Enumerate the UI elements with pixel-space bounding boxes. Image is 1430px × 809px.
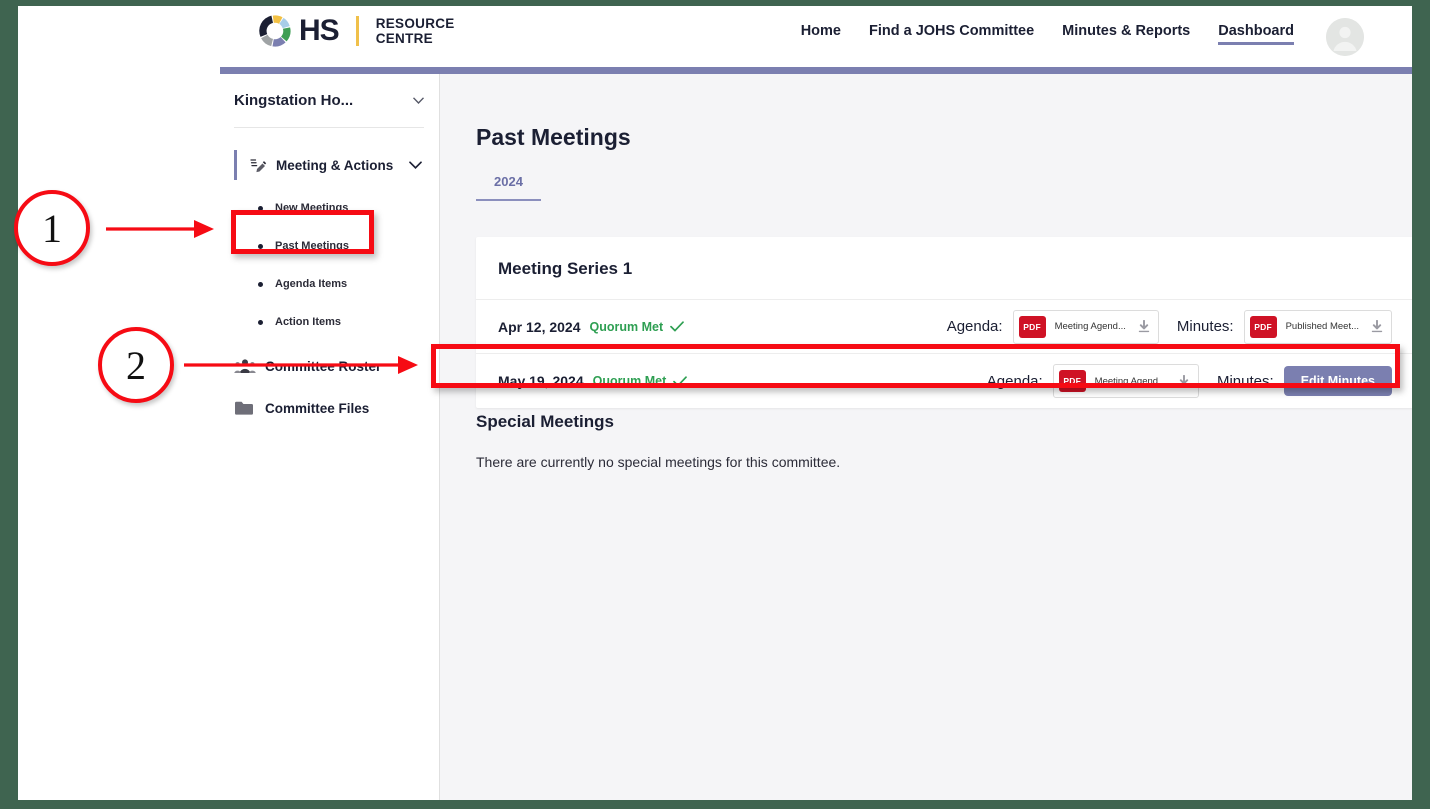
user-avatar-icon bbox=[1326, 18, 1364, 56]
top-navigation: Home Find a JOHS Committee Minutes & Rep… bbox=[801, 23, 1294, 45]
agenda-label: Agenda: bbox=[986, 372, 1043, 390]
logo-hs-text: HS bbox=[299, 14, 340, 47]
sidebar-item-committee-files[interactable]: Committee Files bbox=[234, 400, 426, 416]
table-row: May 19, 2024 Quorum Met Agenda: PDF Meet… bbox=[476, 354, 1412, 408]
download-icon[interactable] bbox=[1371, 320, 1383, 333]
committee-selector-label: Kingstation Ho... bbox=[234, 92, 354, 109]
agenda-document-name: Meeting Agend... bbox=[1094, 375, 1166, 387]
site-header: HS RESOURCE CENTRE Home Find a JOHS Comm… bbox=[18, 6, 1412, 67]
bullet-icon bbox=[258, 243, 263, 249]
annotation-marker-1: 1 bbox=[14, 190, 90, 266]
agenda-label: Agenda: bbox=[946, 318, 1003, 335]
annotation-arrow-1 bbox=[106, 220, 214, 238]
caret-down-icon bbox=[413, 97, 424, 104]
bullet-icon bbox=[258, 281, 263, 287]
tab-2024[interactable]: 2024 bbox=[476, 174, 541, 201]
year-tabs: 2024 bbox=[476, 174, 541, 201]
annotation-arrow-2 bbox=[184, 356, 418, 374]
logo-divider bbox=[355, 16, 359, 46]
committee-selector[interactable]: Kingstation Ho... bbox=[234, 92, 424, 128]
sidebar-item-meeting-actions[interactable]: Meeting & Actions bbox=[234, 150, 426, 180]
sidebar-subitem-past-meetings[interactable]: Past Meetings bbox=[258, 236, 426, 256]
avatar[interactable] bbox=[1326, 18, 1364, 56]
bullet-icon bbox=[258, 205, 263, 211]
minutes-document-chip[interactable]: PDF Published Meet... bbox=[1243, 309, 1392, 344]
bullet-icon bbox=[258, 319, 263, 325]
pdf-badge-icon: PDF bbox=[1018, 315, 1046, 338]
meeting-actions-icon bbox=[250, 158, 267, 172]
chevron-down-icon[interactable] bbox=[409, 161, 422, 169]
folder-icon bbox=[235, 401, 253, 415]
meeting-series-title: Meeting Series 1 bbox=[476, 237, 1412, 300]
logo-line-2: CENTRE bbox=[375, 31, 433, 46]
screenshot-frame: HS RESOURCE CENTRE Home Find a JOHS Comm… bbox=[0, 0, 1430, 809]
nav-item-home[interactable]: Home bbox=[801, 23, 841, 45]
site-logo[interactable]: HS RESOURCE CENTRE bbox=[258, 14, 455, 48]
main-content: Past Meetings 2024 Meeting Series 1 Apr … bbox=[440, 74, 1412, 800]
check-icon bbox=[670, 321, 684, 332]
meeting-date: May 19, 2024 bbox=[498, 373, 584, 389]
nav-item-minutes-reports[interactable]: Minutes & Reports bbox=[1062, 23, 1190, 45]
edit-minutes-button[interactable]: Edit Minutes bbox=[1283, 366, 1392, 396]
app-page: HS RESOURCE CENTRE Home Find a JOHS Comm… bbox=[18, 6, 1412, 800]
download-icon[interactable] bbox=[1138, 320, 1150, 333]
pdf-badge-icon: PDF bbox=[1249, 315, 1277, 338]
sidebar-subitem-action-items-label: Action Items bbox=[275, 316, 342, 328]
minutes-label: Minutes: bbox=[1216, 372, 1274, 390]
meeting-date: Apr 12, 2024 bbox=[498, 318, 581, 335]
download-icon[interactable] bbox=[1178, 374, 1190, 388]
sidebar-subitem-agenda-items[interactable]: Agenda Items bbox=[258, 274, 426, 294]
special-meetings-title: Special Meetings bbox=[476, 412, 614, 431]
pdf-badge-icon: PDF bbox=[1058, 370, 1086, 392]
agenda-document-chip[interactable]: PDF Meeting Agend... bbox=[1012, 309, 1159, 344]
sidebar-item-committee-files-label: Committee Files bbox=[265, 400, 370, 416]
annotation-marker-2: 2 bbox=[98, 327, 174, 403]
quorum-status: Quorum Met bbox=[592, 374, 667, 388]
check-icon bbox=[673, 375, 688, 386]
sidebar-subitem-new-meetings[interactable]: New Meetings bbox=[258, 198, 426, 218]
page-title: Past Meetings bbox=[476, 124, 631, 150]
sidebar: Kingstation Ho... Meeting & Actions New … bbox=[220, 74, 440, 800]
agenda-document-chip[interactable]: PDF Meeting Agend... bbox=[1052, 364, 1199, 398]
logo-line-1: RESOURCE bbox=[375, 16, 455, 31]
agenda-document-name: Meeting Agend... bbox=[1054, 321, 1126, 332]
nav-item-dashboard[interactable]: Dashboard bbox=[1218, 23, 1294, 45]
sidebar-subitem-new-meetings-label: New Meetings bbox=[275, 202, 349, 214]
header-accent-bar bbox=[220, 67, 1412, 74]
minutes-label: Minutes: bbox=[1176, 318, 1234, 335]
logo-wordmark: RESOURCE CENTRE bbox=[376, 16, 455, 46]
special-meetings-empty-text: There are currently no special meetings … bbox=[476, 454, 841, 470]
table-row: Apr 12, 2024 Quorum Met Agenda: PDF Meet… bbox=[476, 300, 1412, 354]
sidebar-subitem-agenda-items-label: Agenda Items bbox=[275, 278, 348, 290]
minutes-document-name: Published Meet... bbox=[1285, 321, 1359, 332]
meeting-series-card: Meeting Series 1 Apr 12, 2024 Quorum Met… bbox=[476, 237, 1412, 408]
sidebar-subitem-action-items[interactable]: Action Items bbox=[258, 312, 426, 332]
ohs-ring-icon bbox=[259, 15, 291, 47]
nav-item-find-a-johs-committee[interactable]: Find a JOHS Committee bbox=[869, 23, 1034, 45]
sidebar-item-meeting-actions-label: Meeting & Actions bbox=[276, 157, 394, 173]
sidebar-subitem-past-meetings-label: Past Meetings bbox=[275, 240, 349, 252]
quorum-status: Quorum Met bbox=[589, 319, 664, 334]
